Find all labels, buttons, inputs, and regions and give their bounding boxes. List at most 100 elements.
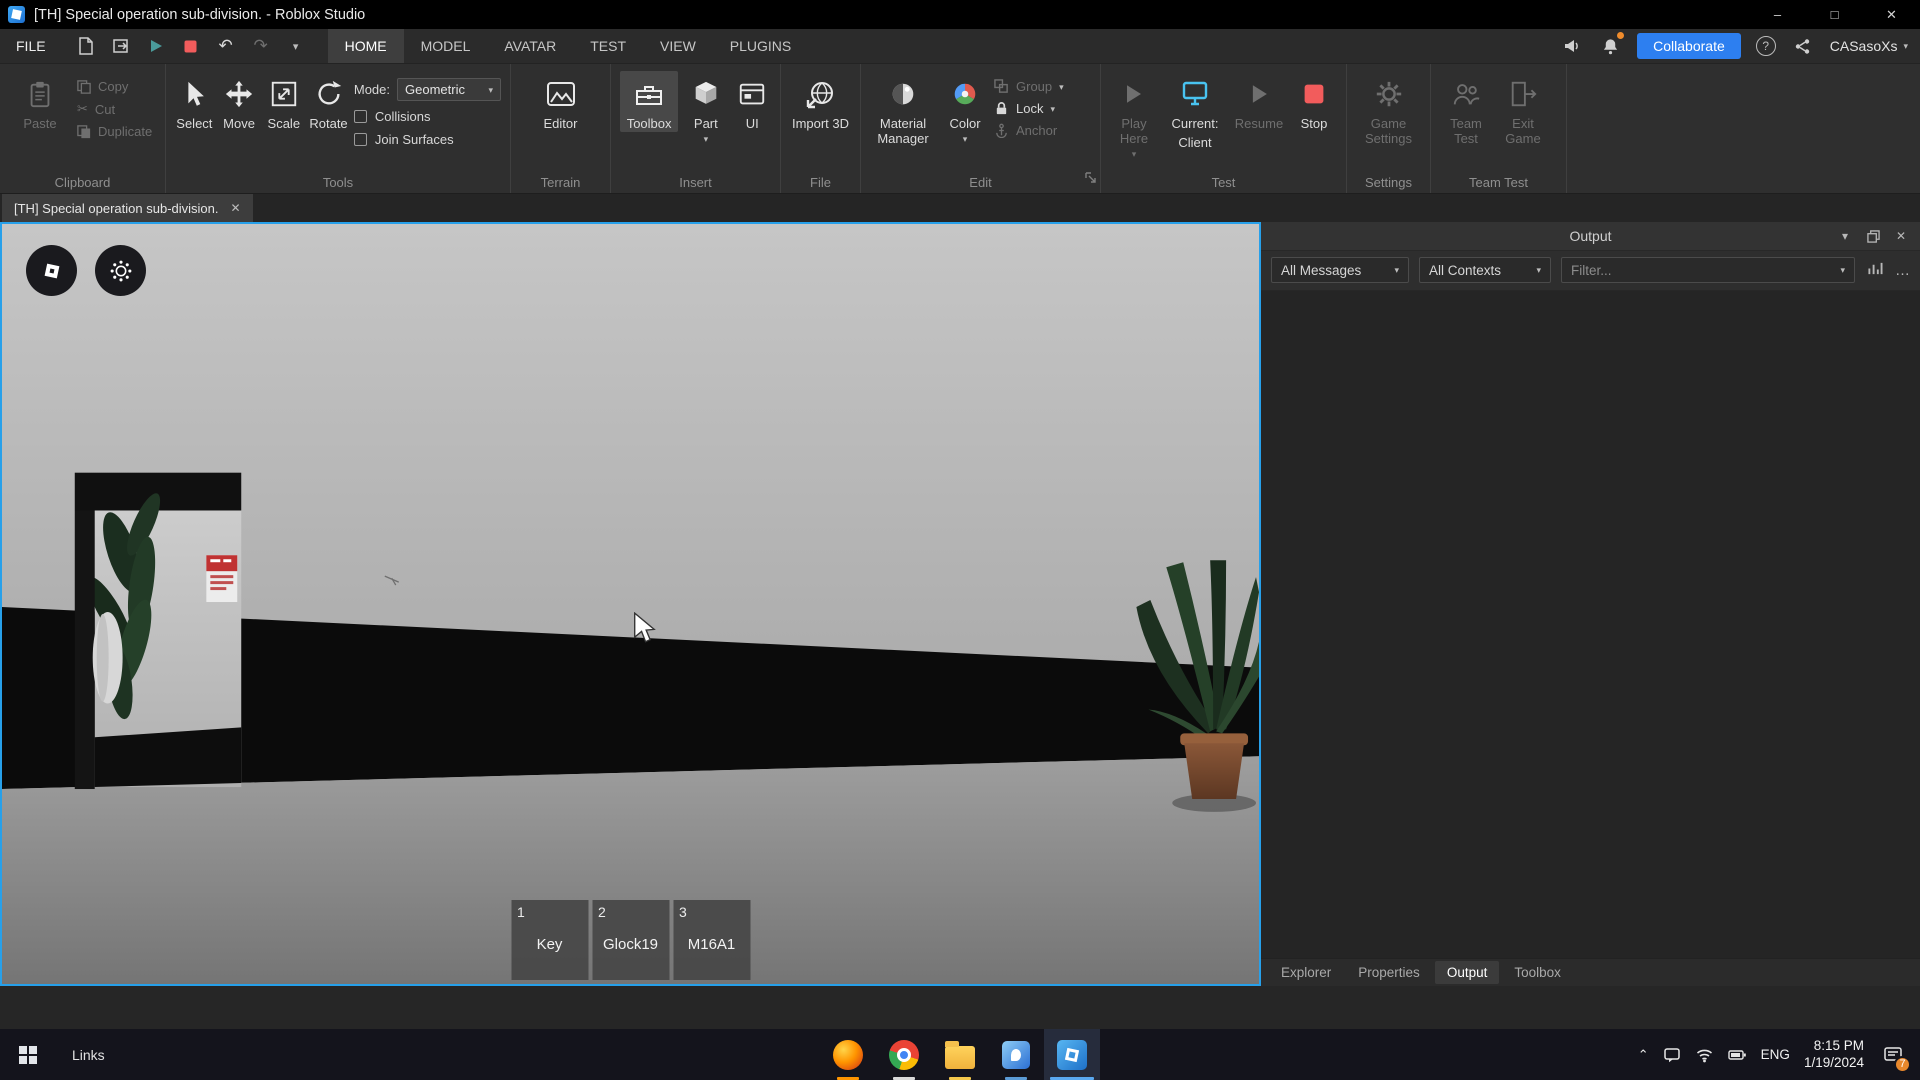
wifi-icon[interactable] bbox=[1695, 1046, 1714, 1063]
team-test-button[interactable]: Team Test bbox=[1440, 71, 1492, 147]
game-viewport[interactable]: 1 Key 2 Glock19 3 M16A1 bbox=[0, 222, 1261, 986]
battery-icon[interactable] bbox=[1728, 1046, 1747, 1064]
ui-icon bbox=[737, 75, 767, 113]
cut-button[interactable]: ✂ Cut bbox=[77, 101, 152, 117]
quick-access-dropdown-icon[interactable]: ▾ bbox=[284, 34, 308, 58]
output-filter-input[interactable] bbox=[1571, 263, 1834, 278]
tab-explorer[interactable]: Explorer bbox=[1269, 961, 1343, 984]
firefox-taskbar-button[interactable] bbox=[820, 1029, 876, 1080]
scale-tool-button[interactable]: Scale bbox=[264, 71, 303, 132]
close-button[interactable]: ✕ bbox=[1863, 0, 1920, 29]
toolbox-button[interactable]: Toolbox bbox=[620, 71, 678, 132]
tab-toolbox[interactable]: Toolbox bbox=[1502, 961, 1573, 984]
announcement-icon[interactable] bbox=[1559, 34, 1583, 58]
language-indicator[interactable]: ENG bbox=[1761, 1047, 1790, 1062]
ribbon-group-clipboard: Paste Copy ✂ Cut Duplicate Clipboard bbox=[0, 64, 166, 193]
copy-button[interactable]: Copy bbox=[77, 79, 152, 94]
stop-icon[interactable] bbox=[179, 34, 203, 58]
panel-collapse-icon[interactable]: ▾ bbox=[1834, 225, 1856, 247]
user-account-menu[interactable]: CASasoXs ▾ bbox=[1830, 38, 1908, 54]
output-options-icon[interactable] bbox=[1867, 261, 1883, 280]
play-icon[interactable] bbox=[144, 34, 168, 58]
collaborate-button[interactable]: Collaborate bbox=[1637, 33, 1741, 59]
hotbar-slot-key[interactable]: 1 Key bbox=[511, 900, 588, 980]
group-button[interactable]: Group ▾ bbox=[994, 79, 1064, 94]
panel-close-icon[interactable]: ✕ bbox=[1890, 225, 1912, 247]
tab-home[interactable]: HOME bbox=[328, 29, 404, 63]
ribbon-group-tools: Select Move Scale Rotate bbox=[166, 64, 511, 193]
open-file-icon[interactable] bbox=[109, 34, 133, 58]
file-menu-button[interactable]: FILE bbox=[0, 29, 62, 63]
tray-expand-icon[interactable]: ⌃ bbox=[1638, 1047, 1649, 1063]
minimize-button[interactable]: – bbox=[1749, 0, 1806, 29]
material-manager-button[interactable]: Material Manager bbox=[870, 71, 936, 147]
roblox-menu-button[interactable] bbox=[26, 245, 77, 296]
start-button[interactable] bbox=[0, 1029, 56, 1080]
paint-taskbar-button[interactable] bbox=[988, 1029, 1044, 1080]
paste-button[interactable]: Paste bbox=[9, 71, 71, 132]
message-filter-dropdown[interactable]: All Messages ▾ bbox=[1271, 257, 1409, 283]
links-toolbar[interactable]: Links bbox=[72, 1047, 105, 1063]
tab-properties[interactable]: Properties bbox=[1346, 961, 1432, 984]
maximize-button[interactable]: □ bbox=[1806, 0, 1863, 29]
file-explorer-taskbar-button[interactable] bbox=[932, 1029, 988, 1080]
new-file-icon[interactable] bbox=[74, 34, 98, 58]
tab-output[interactable]: Output bbox=[1435, 961, 1500, 984]
tab-plugins[interactable]: PLUGINS bbox=[713, 29, 808, 63]
tab-view[interactable]: VIEW bbox=[643, 29, 713, 63]
share-icon[interactable] bbox=[1791, 34, 1815, 58]
panel-tab-bar: Explorer Properties Output Toolbox bbox=[1261, 958, 1920, 986]
more-options-icon[interactable]: … bbox=[1895, 262, 1910, 279]
chat-tray-icon[interactable] bbox=[1663, 1046, 1681, 1064]
select-tool-button[interactable]: Select bbox=[175, 71, 214, 132]
tab-model[interactable]: MODEL bbox=[404, 29, 488, 63]
output-toolbar: All Messages ▾ All Contexts ▾ ▾ … bbox=[1261, 251, 1920, 291]
collisions-checkbox[interactable] bbox=[354, 110, 367, 123]
tab-avatar[interactable]: AVATAR bbox=[487, 29, 573, 63]
tab-test[interactable]: TEST bbox=[573, 29, 643, 63]
ribbon: Paste Copy ✂ Cut Duplicate Clipboard bbox=[0, 64, 1920, 194]
document-tab[interactable]: [TH] Special operation sub-division. ✕ bbox=[2, 194, 253, 222]
import-3d-button[interactable]: Import 3D bbox=[792, 71, 850, 132]
terrain-editor-button[interactable]: Editor bbox=[530, 71, 592, 132]
output-log-area[interactable] bbox=[1261, 291, 1920, 958]
rotate-tool-button[interactable]: Rotate bbox=[309, 71, 348, 132]
ribbon-group-team-test: Team Test Exit Game Team Test bbox=[1431, 64, 1567, 193]
undo-icon[interactable]: ↶ bbox=[214, 34, 238, 58]
redo-icon[interactable]: ↷ bbox=[249, 34, 273, 58]
roblox-studio-window: [TH] Special operation sub-division. - R… bbox=[0, 0, 1920, 1080]
game-settings-button[interactable]: Game Settings bbox=[1358, 71, 1420, 147]
chevron-down-icon: ▾ bbox=[1903, 43, 1908, 49]
context-filter-dropdown[interactable]: All Contexts ▾ bbox=[1419, 257, 1551, 283]
hotbar-slot-m16a1[interactable]: 3 M16A1 bbox=[673, 900, 750, 980]
roblox-studio-taskbar-button[interactable] bbox=[1044, 1029, 1100, 1080]
chevron-down-icon: ▾ bbox=[1050, 106, 1055, 112]
hotbar-slot-glock19[interactable]: 2 Glock19 bbox=[592, 900, 669, 980]
current-client-button[interactable]: Current: Client bbox=[1164, 71, 1226, 151]
panel-float-icon[interactable] bbox=[1862, 225, 1884, 247]
action-center-button[interactable]: 7 bbox=[1878, 1040, 1908, 1070]
join-surfaces-checkbox-row[interactable]: Join Surfaces bbox=[354, 132, 501, 147]
lock-button[interactable]: Lock ▾ bbox=[994, 101, 1064, 116]
notifications-bell-icon[interactable] bbox=[1598, 34, 1622, 58]
play-here-button[interactable]: Play Here ▾ bbox=[1110, 71, 1158, 157]
resume-button[interactable]: Resume bbox=[1232, 71, 1286, 132]
close-tab-icon[interactable]: ✕ bbox=[231, 201, 241, 215]
move-tool-button[interactable]: Move bbox=[220, 71, 259, 132]
stop-button[interactable]: Stop bbox=[1292, 71, 1336, 132]
output-filter-field[interactable]: ▾ bbox=[1561, 257, 1855, 283]
chrome-taskbar-button[interactable] bbox=[876, 1029, 932, 1080]
taskbar-clock[interactable]: 8:15 PM 1/19/2024 bbox=[1804, 1038, 1864, 1072]
output-panel: Output ▾ ✕ All Messages ▾ All Contexts ▾ bbox=[1261, 222, 1920, 986]
mode-select[interactable]: Geometric ▾ bbox=[397, 78, 501, 101]
join-surfaces-checkbox[interactable] bbox=[354, 133, 367, 146]
exit-game-button[interactable]: Exit Game bbox=[1498, 71, 1548, 147]
duplicate-button[interactable]: Duplicate bbox=[77, 124, 152, 139]
color-button[interactable]: Color ▾ bbox=[942, 71, 988, 142]
collisions-checkbox-row[interactable]: Collisions bbox=[354, 109, 501, 124]
ui-button[interactable]: UI bbox=[733, 71, 771, 132]
part-button[interactable]: Part ▾ bbox=[684, 71, 727, 142]
anchor-button[interactable]: Anchor bbox=[994, 123, 1064, 138]
help-icon[interactable]: ? bbox=[1756, 36, 1776, 56]
quick-settings-button[interactable] bbox=[95, 245, 146, 296]
